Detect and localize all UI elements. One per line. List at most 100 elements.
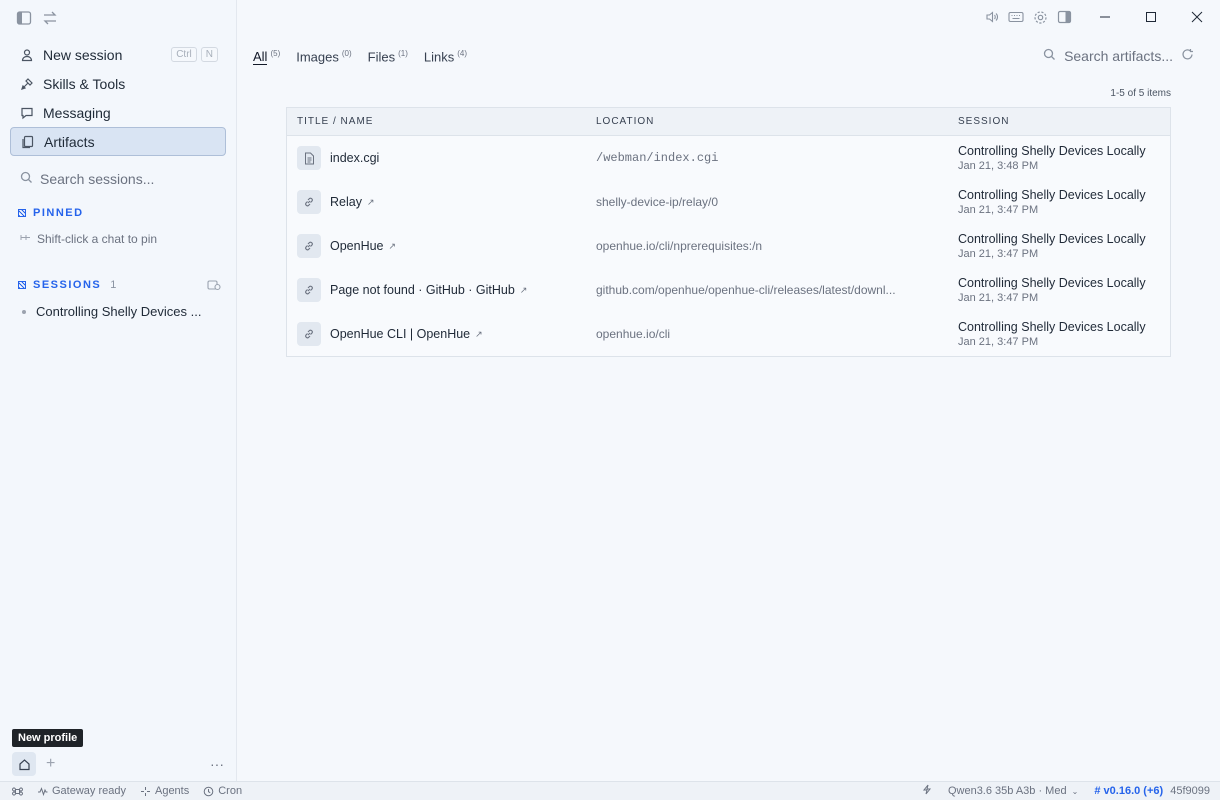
gateway-status[interactable]: Gateway ready <box>37 785 126 797</box>
item-count: 1-5 of 5 items <box>1110 88 1171 99</box>
sidebar-toggle-icon[interactable] <box>16 10 32 26</box>
row-session[interactable]: Controlling Shelly Devices Locally <box>958 320 1170 334</box>
tab-count: (4) <box>457 49 468 58</box>
row-date: Jan 21, 3:48 PM <box>958 160 1039 172</box>
command-icon[interactable] <box>12 786 23 797</box>
column-header-session[interactable]: SESSION <box>958 116 1170 127</box>
tab-images[interactable]: Images (0) <box>296 49 351 66</box>
chevron-down-icon: ⌄ <box>1071 787 1079 796</box>
link-icon <box>297 190 321 214</box>
swap-icon[interactable] <box>42 10 58 26</box>
refresh-icon[interactable] <box>1181 48 1194 64</box>
gateway-label: Gateway ready <box>52 785 126 797</box>
model-label: Qwen3.6 35b A3b · Med <box>947 785 1067 797</box>
new-profile-tooltip: New profile <box>12 729 84 747</box>
settings-icon[interactable] <box>1028 8 1052 26</box>
row-location: /webman/index.cgi <box>596 151 719 165</box>
home-profile-button[interactable] <box>12 752 36 776</box>
keyboard-icon[interactable] <box>1004 8 1028 26</box>
more-options-button[interactable]: ··· <box>210 756 224 772</box>
nav-label: Skills & Tools <box>43 75 126 92</box>
row-session-cell: Controlling Shelly Devices Locally Jan 2… <box>958 188 1170 216</box>
row-session-cell: Controlling Shelly Devices Locally Jan 2… <box>958 232 1170 260</box>
row-title: Page not found · GitHub · GitHub <box>330 283 515 297</box>
tab-links[interactable]: Links (4) <box>424 49 467 66</box>
nav-label: Messaging <box>43 104 111 121</box>
activity-icon <box>38 786 48 796</box>
nav-new-session[interactable]: New session Ctrl N <box>10 40 226 69</box>
row-title-cell: OpenHue CLI | OpenHue ↗ <box>287 322 596 346</box>
search-sessions[interactable]: Search sessions... <box>20 171 154 187</box>
table-row[interactable]: OpenHue ↗ openhue.io/cli/nprerequisites:… <box>287 224 1170 268</box>
column-header-location[interactable]: LOCATION <box>596 116 958 127</box>
row-location: shelly-device-ip/relay/0 <box>596 195 719 209</box>
status-left: Gateway ready Agents Cron <box>0 785 242 797</box>
artifact-tabs: All (5) Images (0) Files (1) Links (4) <box>253 49 467 66</box>
new-folder-icon[interactable] <box>207 279 221 291</box>
close-icon <box>1191 11 1203 23</box>
row-session-cell: Controlling Shelly Devices Locally Jan 2… <box>958 144 1170 172</box>
session-item[interactable]: Controlling Shelly Devices ... <box>22 304 222 319</box>
column-header-title[interactable]: TITLE / NAME <box>287 116 596 127</box>
nav-artifacts[interactable]: Artifacts <box>10 127 226 156</box>
bolt-icon[interactable] <box>922 784 932 798</box>
nav-skills-tools[interactable]: Skills & Tools <box>10 69 226 98</box>
volume-icon[interactable] <box>980 8 1004 26</box>
external-link-icon: ↗ <box>519 284 528 295</box>
status-right: Qwen3.6 35b A3b · Med ⌄ # v0.16.0 (+6) 4… <box>922 784 1220 798</box>
session-dot <box>22 309 26 314</box>
artifacts-icon <box>21 135 35 149</box>
pinned-section-icon <box>18 209 26 217</box>
row-date: Jan 21, 3:47 PM <box>958 204 1039 216</box>
row-location: openhue.io/cli/nprerequisites:/n <box>596 239 763 253</box>
agents-status[interactable]: Agents <box>140 785 189 797</box>
row-title: index.cgi <box>330 151 380 165</box>
row-title-cell: Relay ↗ <box>287 190 596 214</box>
maximize-button[interactable] <box>1128 8 1174 26</box>
row-session[interactable]: Controlling Shelly Devices Locally <box>958 188 1170 202</box>
commit-hash: 45f9099 <box>1170 785 1210 797</box>
hash-icon: # <box>1094 785 1101 797</box>
row-session[interactable]: Controlling Shelly Devices Locally <box>958 144 1170 158</box>
model-selector[interactable]: Qwen3.6 35b A3b · Med ⌄ <box>948 785 1078 797</box>
session-title: Controlling Shelly Devices ... <box>36 304 202 319</box>
table-row[interactable]: Page not found · GitHub · GitHub ↗ githu… <box>287 268 1170 312</box>
table-row[interactable]: index.cgi /webman/index.cgi Controlling … <box>287 136 1170 180</box>
row-title-cell: Page not found · GitHub · GitHub ↗ <box>287 278 596 302</box>
panel-toggle-icon[interactable] <box>1052 8 1076 26</box>
tab-all[interactable]: All (5) <box>253 49 280 66</box>
row-session-cell: Controlling Shelly Devices Locally Jan 2… <box>958 320 1170 348</box>
home-icon <box>18 758 30 770</box>
external-link-icon: ↗ <box>366 196 375 207</box>
tab-label: Files <box>367 49 396 65</box>
table-row[interactable]: OpenHue CLI | OpenHue ↗ openhue.io/cli C… <box>287 312 1170 356</box>
artifact-search[interactable]: Search artifacts... <box>1043 48 1194 64</box>
pin-hint: Shift-click a chat to pin <box>20 232 157 246</box>
kbd-key: N <box>200 47 218 62</box>
tab-files[interactable]: Files (1) <box>368 49 408 66</box>
close-button[interactable] <box>1174 8 1220 26</box>
artifact-search-placeholder: Search artifacts... <box>1064 48 1173 64</box>
row-title-cell: OpenHue ↗ <box>287 234 596 258</box>
link-icon <box>297 278 321 302</box>
row-date: Jan 21, 3:47 PM <box>958 248 1039 260</box>
row-title: OpenHue CLI | OpenHue <box>330 327 471 341</box>
minimize-button[interactable] <box>1082 8 1128 26</box>
version-info[interactable]: # v0.16.0 (+6) 45f9099 <box>1094 785 1210 797</box>
table-header: TITLE / NAME LOCATION SESSION <box>287 108 1170 136</box>
cron-status[interactable]: Cron <box>203 785 242 797</box>
add-profile-button[interactable]: + <box>46 755 55 773</box>
maximize-icon <box>1146 12 1156 22</box>
row-session[interactable]: Controlling Shelly Devices Locally <box>958 276 1170 290</box>
row-session[interactable]: Controlling Shelly Devices Locally <box>958 232 1170 246</box>
skills-icon <box>20 77 34 91</box>
row-location: openhue.io/cli <box>596 327 671 341</box>
row-date: Jan 21, 3:47 PM <box>958 292 1039 304</box>
row-date: Jan 21, 3:47 PM <box>958 336 1039 348</box>
table-row[interactable]: Relay ↗ shelly-device-ip/relay/0 Control… <box>287 180 1170 224</box>
cron-label: Cron <box>218 785 243 797</box>
clock-icon <box>203 786 214 796</box>
agents-icon <box>140 786 150 796</box>
sessions-header: SESSIONS 1 <box>18 279 116 291</box>
nav-messaging[interactable]: Messaging <box>10 98 226 127</box>
